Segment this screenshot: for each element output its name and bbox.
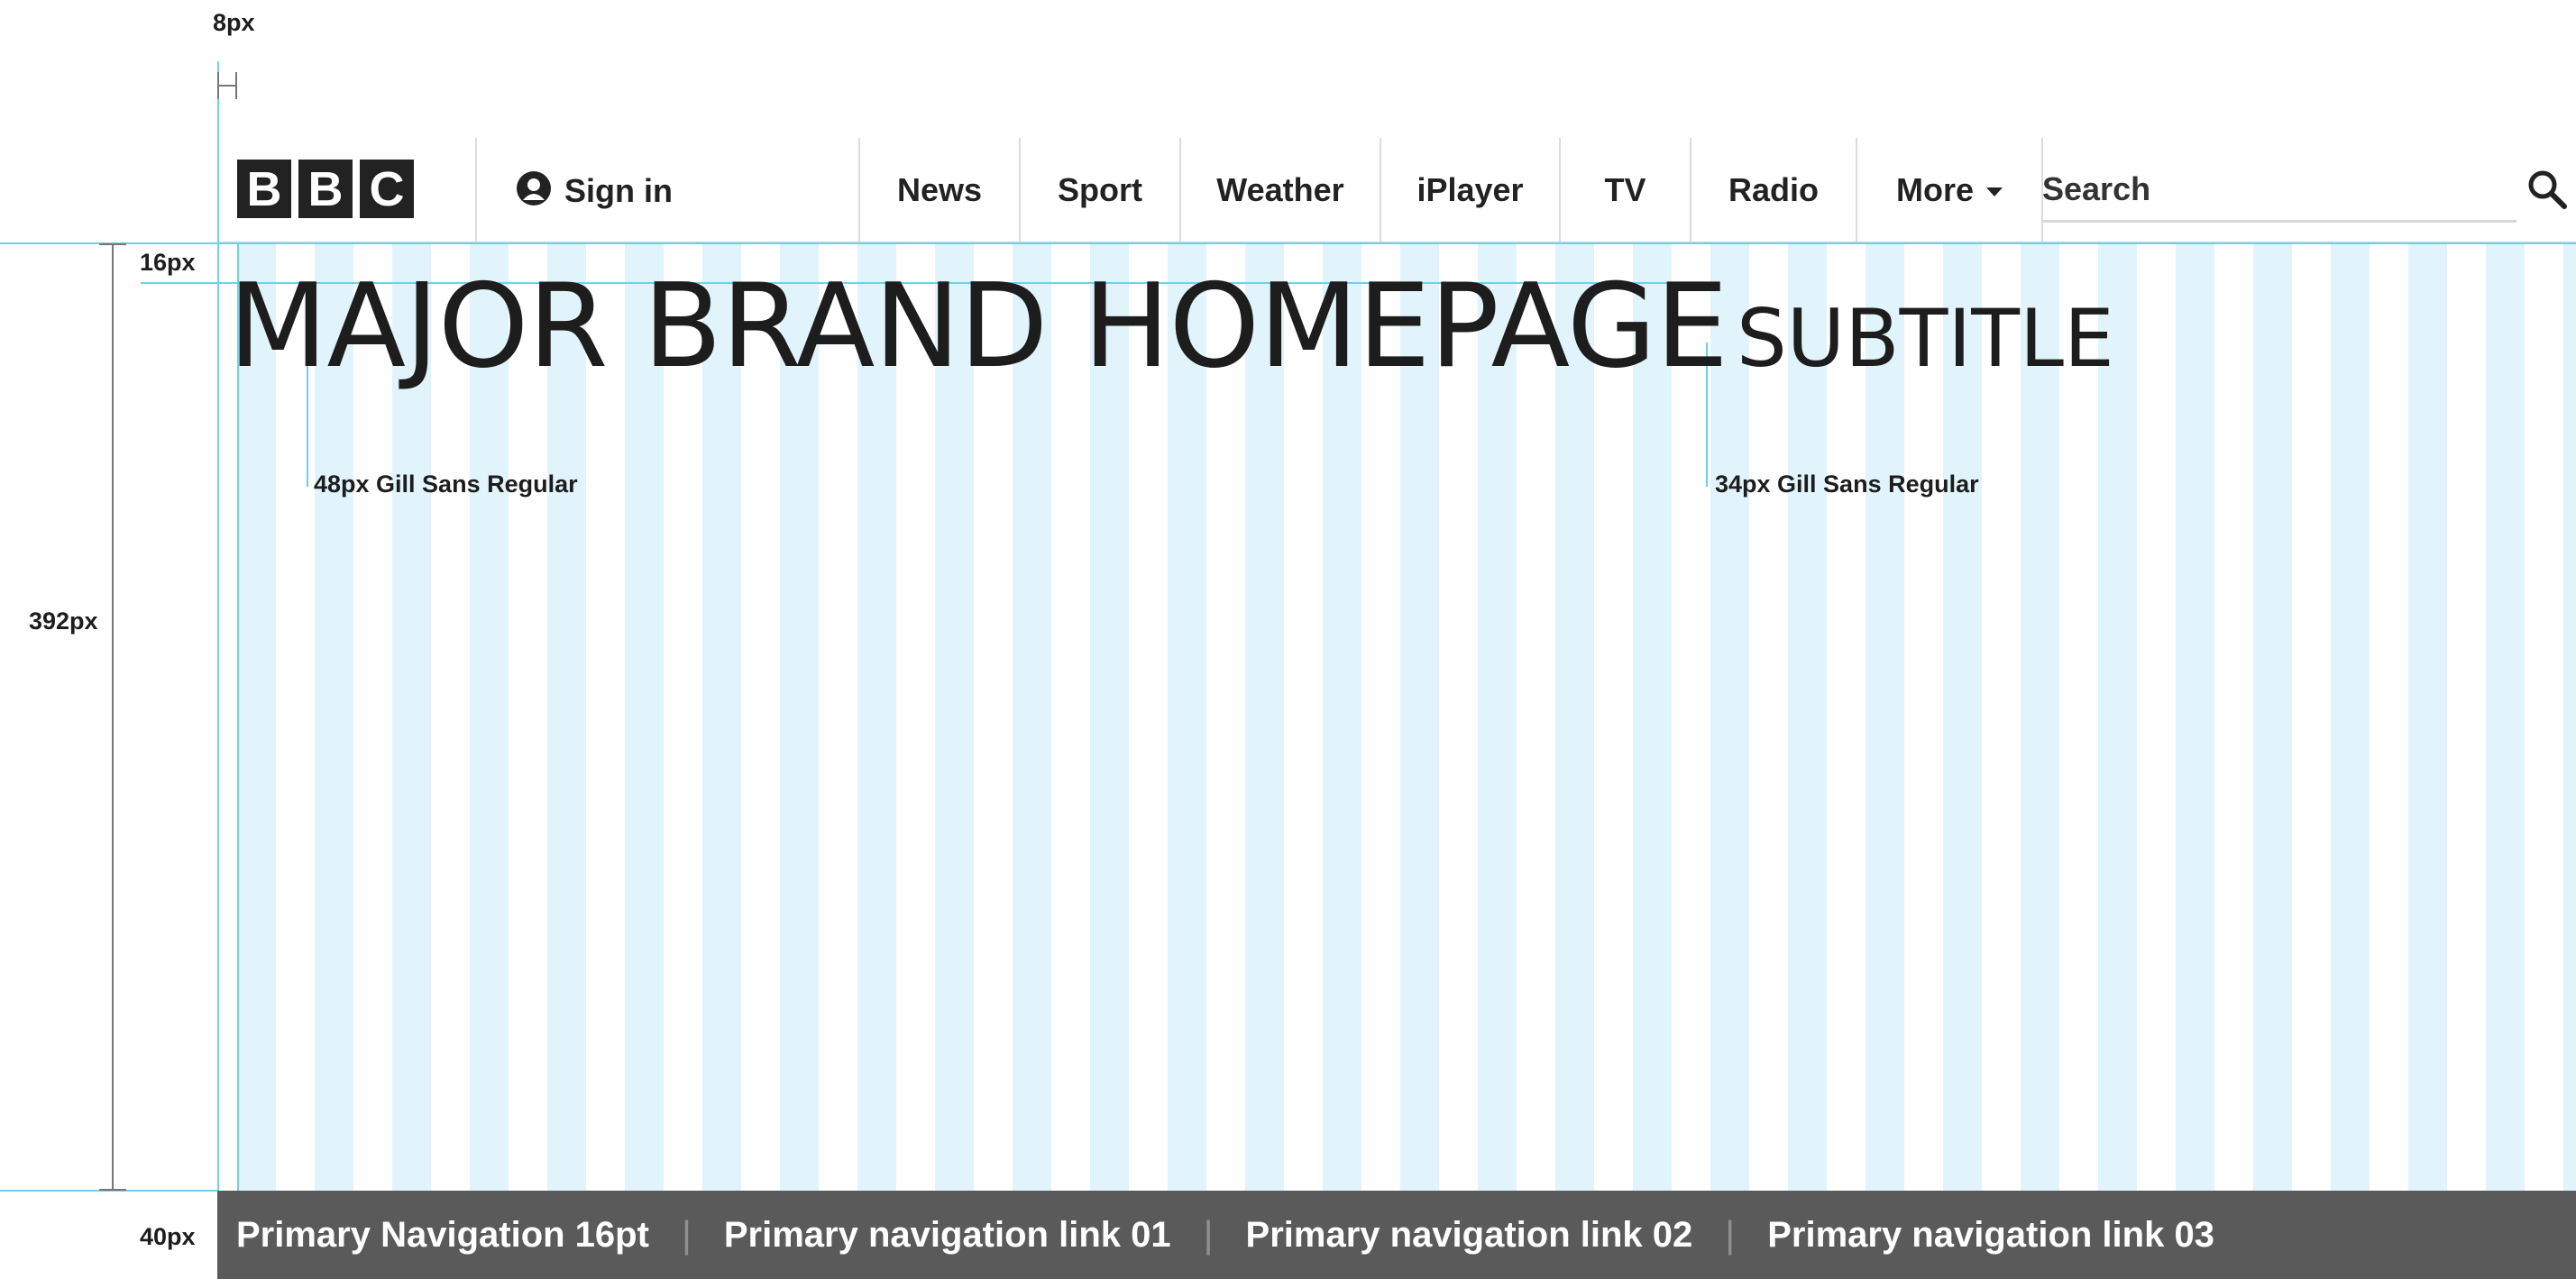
primary-nav-link-03[interactable]: Primary navigation link 03 (1767, 1215, 2214, 1256)
height-marker (112, 243, 114, 1191)
headline-subtitle: SUBTITLE (1736, 292, 2114, 385)
nav-item-news[interactable]: News (860, 138, 1019, 242)
headline-title: MAJOR BRAND HOMEPAGE (228, 260, 1728, 394)
nav-item-iplayer[interactable]: iPlayer (1381, 138, 1559, 242)
user-avatar-icon (516, 170, 552, 211)
sign-in-link[interactable]: Sign in (516, 170, 673, 211)
brand-headline: MAJOR BRAND HOMEPAGE SUBTITLE (228, 260, 2114, 394)
caret-down-icon (1986, 187, 2003, 196)
nav-item-weather[interactable]: Weather (1181, 138, 1380, 242)
grid-column (2408, 243, 2447, 1191)
grid-column (2331, 243, 2370, 1191)
nav-divider: | (681, 1213, 692, 1256)
height-marker-bottom (99, 1189, 126, 1191)
search-box[interactable]: Search (2042, 138, 2567, 242)
nav-height-label: 40px (140, 1223, 196, 1250)
bbc-logo[interactable]: B B C (237, 160, 414, 218)
nav-item-more[interactable]: More (1857, 138, 2041, 242)
content-edge-guide (237, 243, 239, 1279)
search-icon[interactable] (2527, 169, 2567, 214)
logo-block-b2: B (298, 160, 353, 218)
logo-block-c: C (360, 160, 414, 218)
height-label: 392px (29, 608, 98, 635)
sign-in-label: Sign in (564, 171, 673, 209)
masthead-bottom-guide (0, 242, 2576, 244)
title-font-note: 48px Gill Sans Regular (314, 470, 578, 498)
nav-divider: | (1725, 1213, 1736, 1256)
search-underline (2042, 220, 2516, 223)
grid-column (2563, 243, 2576, 1191)
primary-navigation-bar: Primary Navigation 16pt | Primary naviga… (217, 1191, 2576, 1279)
nav-divider: | (1203, 1213, 1214, 1256)
bbc-masthead: B B C Sign in News Sport Weather iPlayer… (217, 138, 2576, 243)
primary-nav-link-02[interactable]: Primary navigation link 02 (1246, 1215, 1693, 1256)
top-margin-label: 16px (140, 249, 196, 276)
masthead-divider (475, 138, 477, 242)
gutter-marker-bar (217, 85, 237, 87)
primary-nav-title[interactable]: Primary Navigation 16pt (236, 1215, 649, 1256)
more-label: More (1895, 170, 1974, 208)
gutter-label: 8px (213, 9, 255, 36)
primary-nav-link-01[interactable]: Primary navigation link 01 (724, 1215, 1171, 1256)
grid-column (2253, 243, 2292, 1191)
nav-item-tv[interactable]: TV (1561, 138, 1690, 242)
height-marker-top (99, 243, 126, 245)
grid-column (2176, 243, 2214, 1191)
search-input[interactable]: Search (2042, 170, 2150, 208)
grid-column (2486, 243, 2525, 1191)
subtitle-font-note: 34px Gill Sans Regular (1715, 470, 1979, 498)
logo-block-b1: B (237, 160, 291, 218)
nav-item-sport[interactable]: Sport (1021, 138, 1179, 242)
nav-item-radio[interactable]: Radio (1691, 138, 1856, 242)
